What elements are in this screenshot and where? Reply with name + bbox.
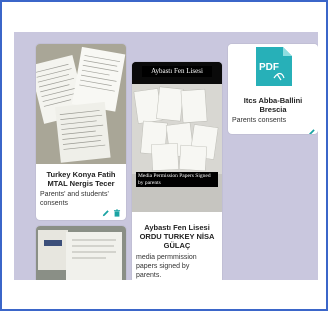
post-description: Parents' and students' consents [40,190,124,208]
post-desc-line: Parents consents [232,117,287,124]
post-image-partial [36,226,126,280]
trash-icon[interactable] [113,209,121,217]
padlet-board: Turkey Konya Fatih MTAL Nergis Tecer Par… [14,32,318,280]
image-caption: Media Permission Papers Signed by parent… [136,172,218,187]
post-image-permission-papers[interactable] [132,62,222,212]
post-desc-line: consents [40,200,69,207]
post-desc-line: parents. [136,272,162,279]
post-description: media permmission papers signed by paren… [136,253,220,280]
post-image-consent-papers[interactable] [36,44,126,164]
caption-line: Media Permission Papers Signed [138,173,211,179]
post-title-line: ORDU TURKEY NİSA [139,232,215,241]
post-desc-line: media permmission [136,254,197,261]
post-title-line: Turkey Konya Fatih [46,170,116,179]
post-title-line: Itcs Abba-Ballini [243,96,303,105]
post-title: Aybastı Fen Lisesi ORDU TURKEY NİSA GÜLA… [134,223,220,250]
pdf-preview[interactable]: PDF [228,44,318,90]
post-title-line: GÜLAÇ [163,241,191,250]
post-desc-line: papers signed by [136,263,190,270]
post-title: Turkey Konya Fatih MTAL Nergis Tecer [38,170,124,188]
post-card-partial[interactable] [36,226,126,280]
post-card-brescia[interactable]: PDF Itcs Abba-Ballini Brescia Parents co… [228,44,318,134]
post-title-line: MTAL Nergis Tecer [47,179,115,188]
post-description: Parents consents [232,116,316,125]
pencil-icon[interactable] [308,128,316,134]
pdf-file-icon: PDF [256,47,292,86]
svg-text:PDF: PDF [259,62,279,73]
pencil-icon[interactable] [102,209,110,217]
window-frame: Turkey Konya Fatih MTAL Nergis Tecer Par… [0,0,328,311]
post-desc-line: Parents' and students' [40,191,109,198]
post-title-line: Brescia [259,105,287,114]
post-card-aybasti[interactable]: Aybastı Fen Lisesi Media Permission Pape… [132,62,222,280]
post-title-line: Aybastı Fen Lisesi [144,223,210,232]
image-header-text: Aybastı Fen Lisesi [142,66,212,77]
post-title: Itcs Abba-Ballini Brescia [230,96,316,114]
caption-line: by parents [138,179,161,186]
post-card-konya[interactable]: Turkey Konya Fatih MTAL Nergis Tecer Par… [36,44,126,220]
